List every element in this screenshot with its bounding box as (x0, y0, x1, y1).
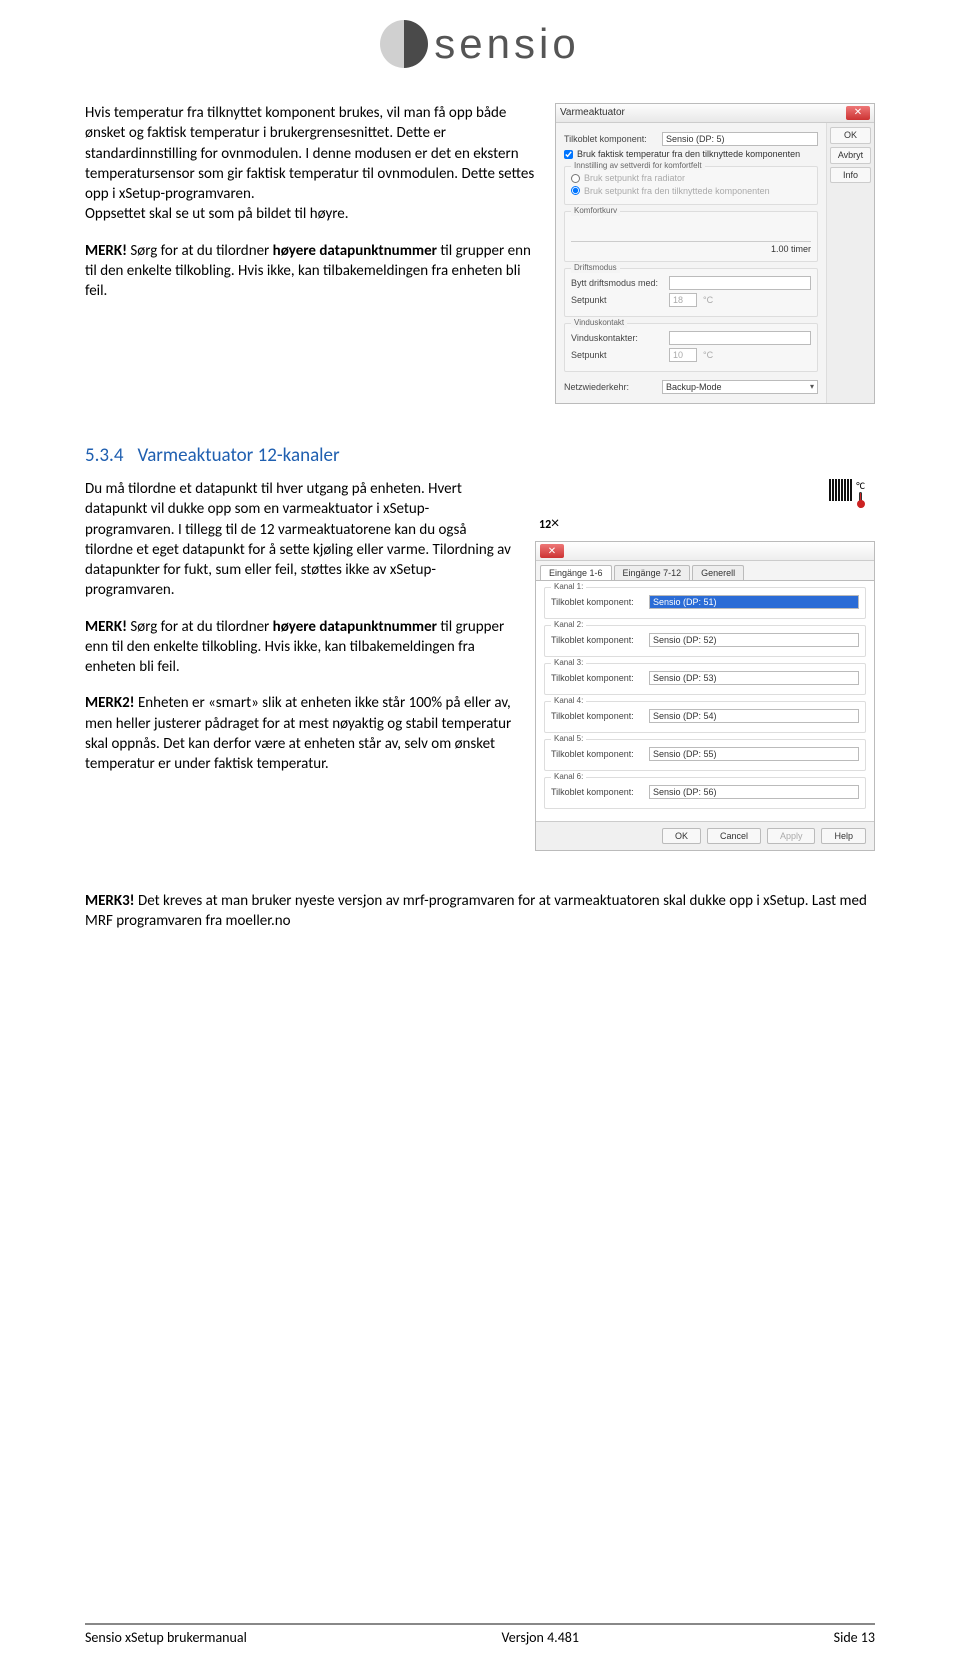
merk2-text: Enheten er «smart» slik at enheten ikke … (85, 694, 511, 773)
paragraph-2: Du må tilordne et datapunkt til hver utg… (85, 479, 515, 601)
kanal-group: Kanal 5:Tilkoblet komponent:Sensio (DP: … (544, 739, 866, 771)
radio-setpunkt-radiator[interactable] (571, 174, 580, 183)
channel-icon: °C (535, 479, 865, 508)
group-komfort-title: Komfortkurv (571, 206, 620, 216)
radio-setpunkt-komponent-label: Bruk setpunkt fra den tilknyttede kompon… (584, 186, 770, 197)
setpunkt-label-2: Setpunkt (571, 350, 663, 361)
kanal-group: Kanal 6:Tilkoblet komponent:Sensio (DP: … (544, 777, 866, 809)
setpunkt-label-1: Setpunkt (571, 295, 663, 306)
netz-dropdown[interactable]: Backup-Mode (662, 380, 818, 394)
kanal-tilkoblet-label: Tilkoblet komponent: (551, 635, 643, 645)
ok-button-2[interactable]: OK (662, 828, 701, 844)
group-drift-title: Driftsmodus (571, 263, 620, 273)
kanal-value[interactable]: Sensio (DP: 53) (649, 671, 859, 685)
logo-text: sensio (434, 20, 579, 68)
ok-button[interactable]: OK (830, 127, 871, 144)
kanal-title: Kanal 1: (551, 582, 586, 591)
kanal-tilkoblet-label: Tilkoblet komponent: (551, 711, 643, 721)
tilkoblet-value[interactable]: Sensio (DP: 5) (662, 132, 818, 146)
section-number: 5.3.4 (85, 444, 123, 467)
merk-bold: høyere datapunktnummer (273, 242, 437, 260)
tab-7-12[interactable]: Eingänge 7-12 (614, 565, 691, 580)
tab-generell[interactable]: Generell (692, 565, 744, 580)
close-icon-2[interactable]: ✕ (540, 544, 564, 558)
logo: sensio (85, 20, 875, 73)
group-vindus-title: Vinduskontakt (571, 318, 627, 328)
checkbox-faktisk-temp[interactable] (564, 150, 573, 159)
drift-value[interactable] (669, 276, 811, 290)
merk-text-1: Sørg for at du tilordner (127, 242, 273, 260)
kanal-value[interactable]: Sensio (DP: 52) (649, 633, 859, 647)
merk-text-2: Sørg for at du tilordner (127, 618, 273, 636)
komfort-value: 1.00 timer (571, 244, 811, 255)
help-button[interactable]: Help (821, 828, 866, 844)
page-footer: Sensio xSetup brukermanual Versjon 4.481… (85, 1623, 875, 1646)
kanal-title: Kanal 3: (551, 658, 586, 667)
dialog-title: Varmeaktuator (560, 107, 625, 119)
vindus-value[interactable] (669, 331, 811, 345)
dialog-varmeaktuator: Varmeaktuator ✕ Tilkoblet komponent: Sen… (555, 103, 875, 404)
merk-label: MERK! (85, 242, 127, 260)
close-icon[interactable]: ✕ (846, 106, 870, 120)
kanal-title: Kanal 2: (551, 620, 586, 629)
kanal-tilkoblet-label: Tilkoblet komponent: (551, 749, 643, 759)
group-innstilling-title: Innstilling av settverdi for komfortfelt (571, 161, 705, 171)
apply-button[interactable]: Apply (767, 828, 816, 844)
radio-setpunkt-komponent[interactable] (571, 186, 580, 195)
vindus-label: Vinduskontakter: (571, 333, 663, 344)
paragraph-1a: Hvis temperatur fra tilknyttet komponent… (85, 104, 534, 203)
checkbox-faktisk-temp-label: Bruk faktisk temperatur fra den tilknytt… (577, 149, 800, 160)
kanal-value[interactable]: Sensio (DP: 56) (649, 785, 859, 799)
kanal-group: Kanal 3:Tilkoblet komponent:Sensio (DP: … (544, 663, 866, 695)
kanal-title: Kanal 5: (551, 734, 586, 743)
footer-left: Sensio xSetup brukermanual (85, 1629, 247, 1646)
info-button[interactable]: Info (830, 167, 871, 184)
kanal-group: Kanal 2:Tilkoblet komponent:Sensio (DP: … (544, 625, 866, 657)
dialog-kanaler: ✕ Eingänge 1-6 Eingänge 7-12 Generell Ka… (535, 541, 875, 851)
kanal-tilkoblet-label: Tilkoblet komponent: (551, 787, 643, 797)
kanal-value[interactable]: Sensio (DP: 51) (649, 595, 859, 609)
kanal-title: Kanal 6: (551, 772, 586, 781)
channel-count: 12× (539, 514, 875, 533)
kanal-title: Kanal 4: (551, 696, 586, 705)
deg-label: °C (856, 479, 865, 492)
kanal-group: Kanal 1:Tilkoblet komponent:Sensio (DP: … (544, 587, 866, 619)
radio-setpunkt-radiator-label: Bruk setpunkt fra radiator (584, 173, 685, 184)
kanal-tilkoblet-label: Tilkoblet komponent: (551, 597, 643, 607)
setpunkt-value-1[interactable]: 18 (669, 293, 697, 307)
kanal-group: Kanal 4:Tilkoblet komponent:Sensio (DP: … (544, 701, 866, 733)
kanal-tilkoblet-label: Tilkoblet komponent: (551, 673, 643, 683)
tilkoblet-label: Tilkoblet komponent: (564, 134, 656, 145)
tab-1-6[interactable]: Eingänge 1-6 (540, 565, 612, 580)
setpunkt-unit-2: °C (703, 350, 713, 361)
section-heading: 5.3.4 Varmeaktuator 12-kanaler (85, 444, 875, 467)
netz-label: Netzwiederkehr: (564, 382, 656, 393)
kanal-value[interactable]: Sensio (DP: 54) (649, 709, 859, 723)
merk-label-2: MERK! (85, 618, 127, 636)
footer-center: Versjon 4.481 (502, 1629, 580, 1646)
merk3-label: MERK3! (85, 892, 135, 910)
avbryt-button[interactable]: Avbryt (830, 147, 871, 164)
kanal-value[interactable]: Sensio (DP: 55) (649, 747, 859, 761)
drift-label: Bytt driftsmodus med: (571, 278, 663, 289)
setpunkt-value-2[interactable]: 10 (669, 348, 697, 362)
paragraph-1b: Oppsettet skal se ut som på bildet til h… (85, 205, 349, 223)
section-title: Varmeaktuator 12-kanaler (137, 444, 339, 467)
logo-icon (380, 20, 428, 68)
thermometer-icon (857, 492, 865, 508)
merk3-text: Det kreves at man bruker nyeste versjon … (85, 892, 867, 930)
cancel-button[interactable]: Cancel (707, 828, 761, 844)
setpunkt-unit-1: °C (703, 295, 713, 306)
merk-bold-2: høyere datapunktnummer (273, 618, 437, 636)
footer-right: Side 13 (834, 1629, 875, 1646)
merk2-label: MERK2! (85, 694, 135, 712)
